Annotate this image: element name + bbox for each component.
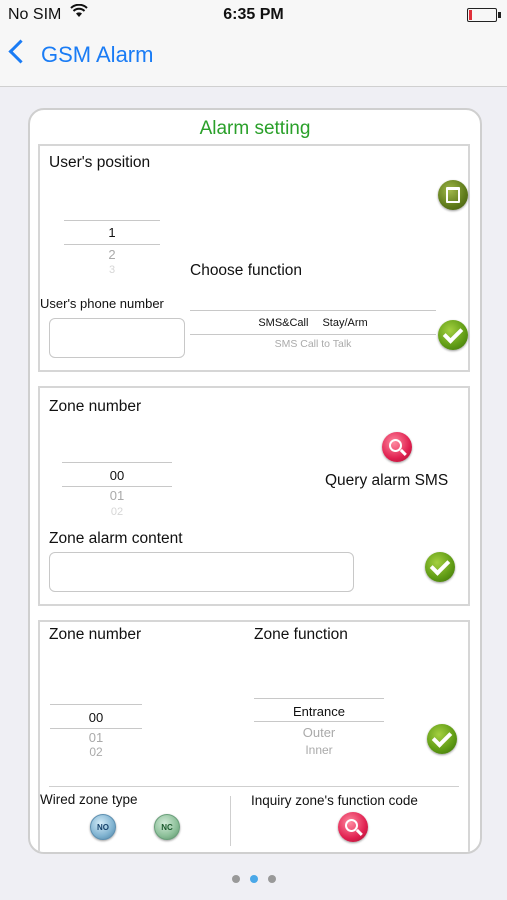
picker-option: 2 — [108, 247, 116, 262]
zone-number-picker[interactable]: 00 01 02 — [50, 696, 142, 760]
user-settings-panel: User's position 1 2 3 Choose function Us… — [38, 144, 470, 372]
back-button[interactable]: GSM Alarm — [8, 39, 154, 68]
picker-option: 02 — [89, 745, 103, 759]
picker-selected: 1 — [108, 225, 116, 240]
picker-selected: Entrance — [292, 704, 346, 719]
confirm-user-button[interactable] — [438, 320, 468, 350]
zone-number-label: Zone number — [49, 398, 142, 415]
picker-option: 01 — [109, 488, 125, 503]
search-icon — [345, 819, 358, 832]
normally-open-button[interactable]: NO — [90, 814, 116, 840]
phone-number-input[interactable] — [49, 318, 185, 358]
page-dot[interactable] — [267, 875, 276, 883]
trash-icon — [446, 187, 460, 203]
picker-selected: 00 — [88, 710, 104, 725]
zone-function-picker[interactable]: Entrance Outer Inner — [254, 690, 384, 764]
check-icon — [442, 322, 464, 344]
picker-option: 3 — [108, 264, 116, 276]
page-dot-active[interactable] — [249, 875, 258, 883]
wired-zone-type-label: Wired zone type — [40, 792, 138, 807]
page-dot[interactable] — [231, 875, 240, 883]
back-label: GSM Alarm — [41, 42, 154, 67]
picker-option: 01 — [88, 730, 104, 745]
user-position-picker[interactable]: 1 2 3 — [64, 212, 160, 276]
query-alarm-sms-label: Query alarm SMS — [325, 472, 449, 489]
picker-selected: 00 — [109, 468, 125, 483]
function-option: SMS&Call — [258, 317, 309, 329]
check-icon — [429, 554, 451, 576]
picker-option: Outer — [302, 725, 336, 740]
confirm-zone-function-button[interactable] — [427, 724, 457, 754]
zone-alarm-content-label: Zone alarm content — [49, 530, 183, 547]
phone-number-label: User's phone number — [40, 296, 164, 311]
zone-number-label: Zone number — [49, 626, 142, 643]
confirm-zone-content-button[interactable] — [425, 552, 455, 582]
back-chevron-icon — [8, 39, 33, 64]
normally-closed-button[interactable]: NC — [154, 814, 180, 840]
inquiry-zone-function-code-label: Inquiry zone's function code — [251, 793, 418, 808]
navigation-bar: GSM Alarm — [0, 30, 507, 87]
picker-option: Inner — [305, 743, 333, 757]
users-position-label: User's position — [49, 154, 151, 171]
function-picker[interactable]: SMS&Call Stay/Arm SMS Call to Talk — [190, 298, 436, 350]
status-bar: No SIM 6:35 PM — [0, 0, 507, 30]
choose-function-label: Choose function — [190, 262, 303, 279]
picker-option: 02 — [110, 506, 124, 518]
divider — [49, 786, 459, 787]
zone-number-picker[interactable]: 00 01 02 — [62, 454, 172, 518]
battery-icon — [467, 8, 501, 22]
query-alarm-sms-button[interactable] — [382, 432, 412, 462]
search-icon — [389, 439, 402, 452]
function-option: Stay/Arm — [322, 317, 368, 329]
alarm-setting-card: Alarm setting User's position 1 2 3 Choo… — [28, 108, 482, 854]
picker-selected-row: SMS&Call Stay/Arm — [190, 317, 436, 329]
zone-function-label: Zone function — [254, 626, 348, 643]
inquiry-zone-function-code-button[interactable] — [338, 812, 368, 842]
delete-user-button[interactable] — [438, 180, 468, 210]
clock: 6:35 PM — [223, 6, 284, 23]
function-option: SMS Call to Talk — [274, 338, 352, 350]
zone-alarm-content-input[interactable] — [49, 552, 354, 592]
check-icon — [431, 726, 453, 748]
divider — [230, 796, 231, 846]
card-title: Alarm setting — [199, 118, 311, 139]
page-indicator — [0, 870, 507, 888]
zone-alarm-panel: Zone number Query alarm SMS 00 01 02 Zon… — [38, 386, 470, 606]
zone-function-panel: Zone number Zone function 00 01 02 Entra… — [38, 620, 470, 852]
